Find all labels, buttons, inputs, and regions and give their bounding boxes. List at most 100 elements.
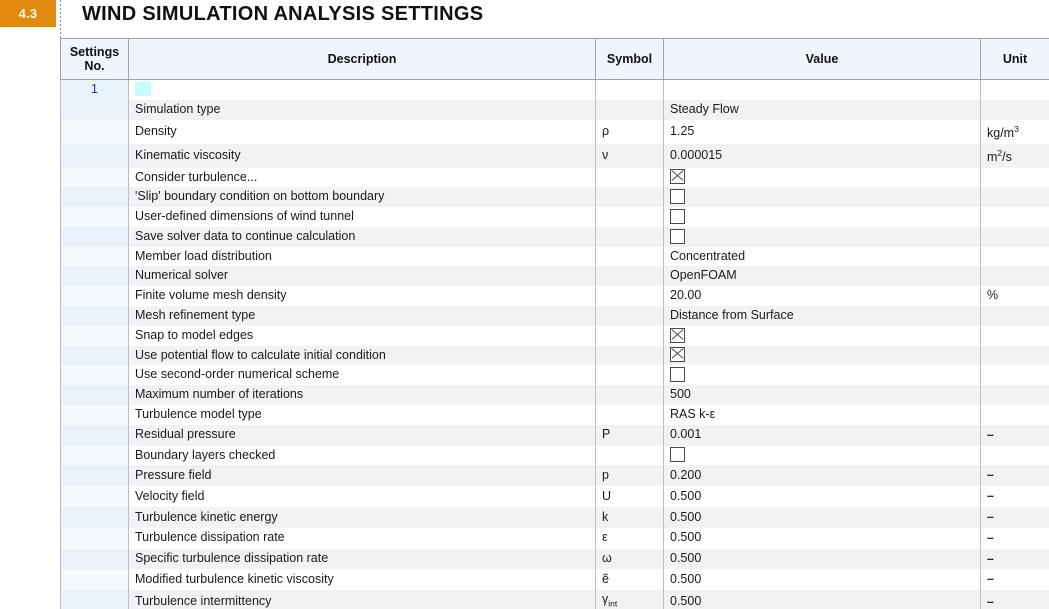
- row-value-cell: 20.00: [663, 286, 981, 307]
- settings-symbol-cell: [595, 79, 664, 100]
- symbol-glyph: ω: [602, 551, 612, 566]
- settings-index-row: 1: [60, 79, 1049, 100]
- row-settings-no-cell: [60, 119, 129, 144]
- column-header-settings-no-line2: No.: [84, 59, 105, 73]
- row-symbol-cell: ρ: [595, 119, 664, 144]
- row-value-cell[interactable]: [663, 226, 981, 247]
- unit-placeholder: --: [987, 573, 994, 586]
- row-settings-no-cell: [60, 365, 129, 386]
- row-settings-no-cell: [60, 207, 129, 227]
- row-settings-no-cell: [60, 286, 129, 307]
- table-row: 'Slip' boundary condition on bottom boun…: [60, 187, 1049, 208]
- table-row: Use potential flow to calculate initial …: [60, 345, 1049, 366]
- settings-table: Settings No. Description Symbol Value Un…: [60, 38, 1049, 609]
- settings-color-cell: [128, 79, 596, 100]
- row-unit-cell: kg/m3: [980, 119, 1049, 144]
- row-symbol-cell: [595, 99, 664, 120]
- settings-unit-cell: [980, 79, 1049, 100]
- table-row: Density ρ 1.25 kg/m3: [60, 119, 1049, 144]
- row-value-cell[interactable]: [663, 365, 981, 386]
- row-unit-cell: --: [980, 424, 1049, 446]
- row-settings-no-cell: [60, 187, 129, 208]
- checkbox-unchecked-icon[interactable]: [670, 228, 685, 244]
- row-value-cell[interactable]: [663, 445, 981, 466]
- row-value-cell: 0.500: [663, 569, 981, 591]
- color-swatch: [135, 81, 151, 96]
- row-value-cell: RAS k-ε: [663, 405, 981, 425]
- row-description-cell: Consider turbulence...: [128, 167, 596, 188]
- column-header-description: Description: [128, 38, 596, 80]
- unit-placeholder: --: [987, 531, 994, 544]
- row-value-cell: 500: [663, 385, 981, 406]
- row-description-cell: Turbulence kinetic energy: [128, 507, 596, 528]
- row-description-cell: Member load distribution: [128, 246, 596, 267]
- row-description-cell: Density: [128, 119, 596, 144]
- row-description-cell: Simulation type: [128, 99, 596, 120]
- row-value-cell: Concentrated: [663, 246, 981, 267]
- row-description-cell: Maximum number of iterations: [128, 385, 596, 406]
- row-settings-no-cell: [60, 569, 129, 591]
- row-description-cell: Use second-order numerical scheme: [128, 365, 596, 386]
- table-row: Turbulence dissipation rate ε 0.500 --: [60, 527, 1049, 549]
- checkbox-unchecked-icon[interactable]: [670, 189, 685, 204]
- row-description-cell: Numerical solver: [128, 266, 596, 287]
- row-description-cell: Pressure field: [128, 465, 596, 487]
- table-header: Settings No. Description Symbol Value Un…: [60, 38, 1049, 80]
- table-row: Modified turbulence kinetic viscosity ẽ 0.…: [60, 569, 1049, 591]
- row-value-cell: 0.500: [663, 527, 981, 549]
- row-settings-no-cell: [60, 507, 129, 528]
- row-value-cell[interactable]: [663, 187, 981, 208]
- row-symbol-cell: [595, 266, 664, 287]
- table-row: Velocity field U 0.500 --: [60, 486, 1049, 508]
- row-settings-no-cell: [60, 465, 129, 487]
- row-unit-cell: [980, 325, 1049, 346]
- row-description-cell: Specific turbulence dissipation rate: [128, 548, 596, 570]
- row-symbol-cell: P: [595, 424, 664, 446]
- row-unit-cell: [980, 167, 1049, 188]
- row-symbol-cell: p: [595, 465, 664, 487]
- row-symbol-cell: [595, 365, 664, 386]
- row-settings-no-cell: [60, 266, 129, 287]
- table-body: 1 Simulation type Steady Flow Density ρ 1.25 k…: [60, 79, 1049, 609]
- unit-placeholder: --: [987, 595, 994, 608]
- row-settings-no-cell: [60, 548, 129, 570]
- row-value-cell: 0.000015: [663, 143, 981, 168]
- checkbox-checked-icon[interactable]: [670, 169, 685, 185]
- row-value-cell[interactable]: [663, 325, 981, 346]
- column-header-symbol: Symbol: [595, 38, 664, 80]
- section-header: 4.3 WIND SIMULATION ANALYSIS SETTINGS: [0, 0, 1049, 38]
- row-description-cell: 'Slip' boundary condition on bottom boun…: [128, 187, 596, 208]
- row-description-cell: Mesh refinement type: [128, 306, 596, 326]
- page-title: WIND SIMULATION ANALYSIS SETTINGS: [82, 2, 484, 25]
- row-unit-cell: [980, 226, 1049, 247]
- row-value-cell[interactable]: [663, 167, 981, 188]
- checkbox-checked-icon[interactable]: [670, 327, 685, 343]
- checkbox-unchecked-icon[interactable]: [670, 208, 685, 224]
- row-value-cell: 0.500: [663, 486, 981, 508]
- symbol-glyph: P: [602, 427, 611, 442]
- unit-placeholder: --: [987, 428, 994, 441]
- row-unit-cell: [980, 365, 1049, 386]
- row-value-cell[interactable]: [663, 207, 981, 227]
- table-row: Numerical solver OpenFOAM: [60, 266, 1049, 287]
- row-value-cell: Distance from Surface: [663, 306, 981, 326]
- row-value-cell: 0.001: [663, 424, 981, 446]
- table-row: Simulation type Steady Flow: [60, 99, 1049, 120]
- checkbox-unchecked-icon[interactable]: [670, 367, 685, 383]
- row-settings-no-cell: [60, 99, 129, 120]
- symbol-glyph: k: [602, 509, 609, 524]
- checkbox-unchecked-icon[interactable]: [670, 447, 685, 463]
- row-unit-cell: [980, 246, 1049, 267]
- checkbox-checked-icon[interactable]: [670, 347, 685, 363]
- row-value-cell: 0.500: [663, 590, 981, 609]
- row-unit-cell: [980, 445, 1049, 466]
- table-row: Maximum number of iterations 500: [60, 385, 1049, 406]
- unit-placeholder: --: [987, 511, 994, 524]
- row-description-cell: Turbulence dissipation rate: [128, 527, 596, 549]
- unit-placeholder: --: [987, 490, 994, 503]
- row-value-cell[interactable]: [663, 345, 981, 366]
- row-settings-no-cell: [60, 486, 129, 508]
- row-description-cell: Velocity field: [128, 486, 596, 508]
- dotted-rail-divider: [60, 0, 61, 38]
- unit-placeholder: --: [987, 469, 994, 482]
